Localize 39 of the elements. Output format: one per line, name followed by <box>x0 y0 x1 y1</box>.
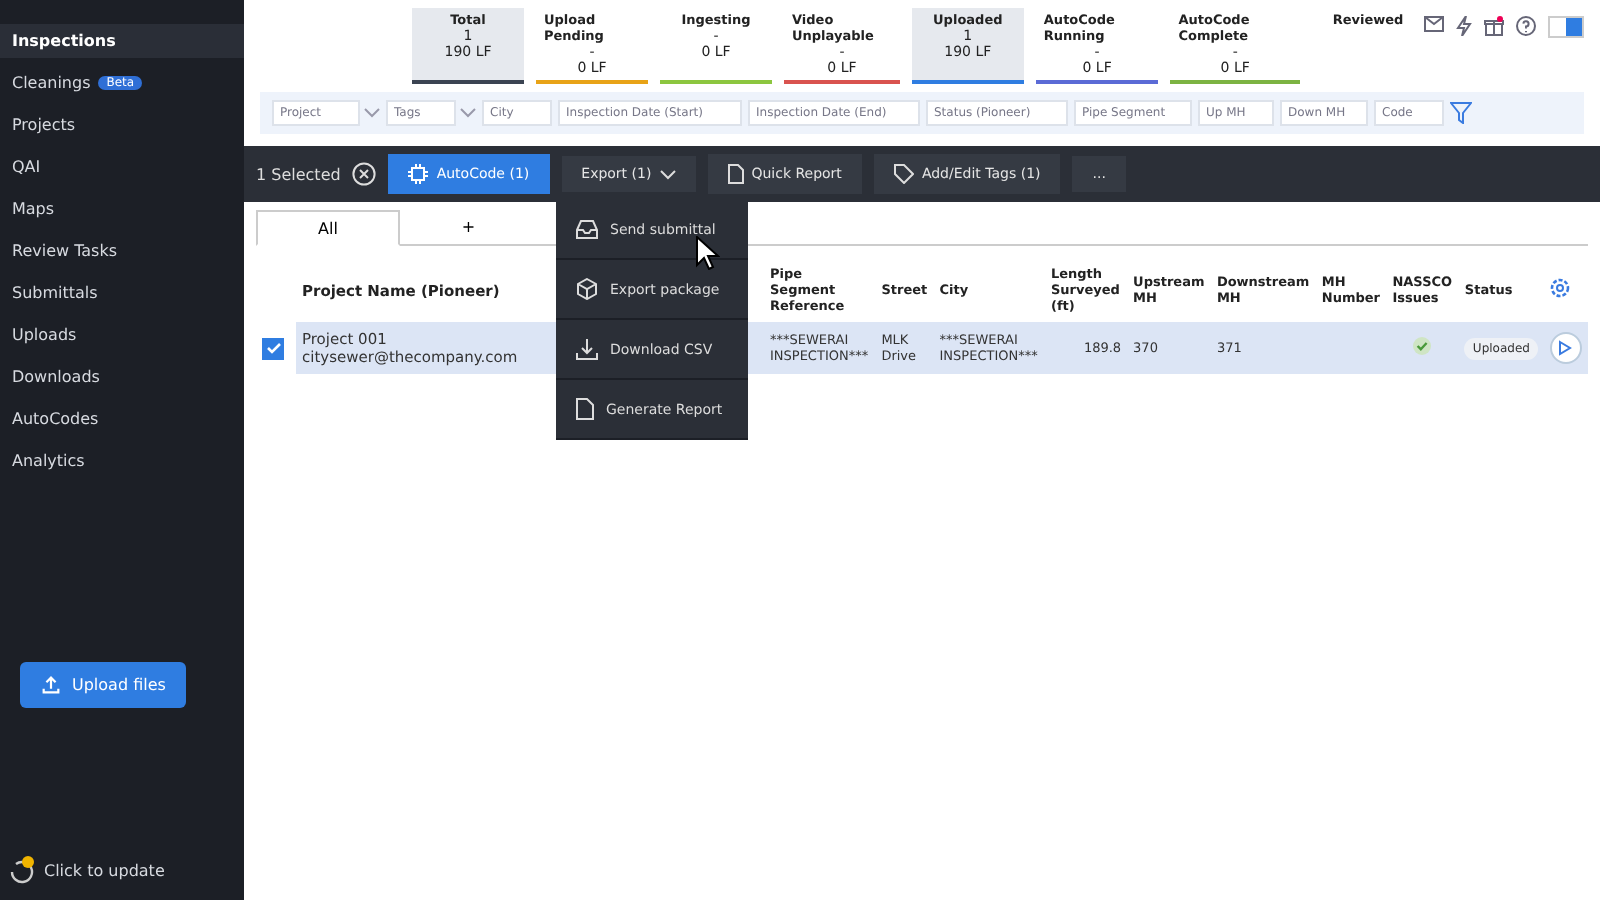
inbox-icon <box>576 220 598 240</box>
selection-count: 1 Selected <box>256 165 341 183</box>
refresh-icon <box>8 856 36 884</box>
toggle-switch[interactable] <box>1548 16 1584 38</box>
chip-icon <box>408 164 429 184</box>
sidebar-item[interactable]: AutoCodes <box>0 402 244 436</box>
upload-files-button[interactable]: Upload files <box>20 662 186 708</box>
mouse-cursor-icon <box>696 236 720 270</box>
sidebar-item[interactable]: Projects <box>0 108 244 142</box>
upload-icon <box>40 674 62 696</box>
chevron-down-icon <box>364 108 380 118</box>
mail-icon[interactable] <box>1424 16 1444 32</box>
sidebar-item[interactable]: Inspections <box>0 24 244 58</box>
play-icon <box>1558 340 1573 356</box>
sidebar-item[interactable]: QAI <box>0 150 244 184</box>
sidebar-item[interactable]: Downloads <box>0 360 244 394</box>
sidebar-item[interactable]: Submittals <box>0 276 244 310</box>
chevron-down-icon <box>460 108 476 118</box>
row-checkbox[interactable] <box>262 337 284 359</box>
chevron-down-icon <box>659 169 676 179</box>
sidebar-item[interactable]: Maps <box>0 192 244 226</box>
tag-icon <box>893 164 914 184</box>
settings-icon[interactable] <box>1549 278 1570 298</box>
play-button[interactable] <box>1549 332 1582 364</box>
sidebar-item[interactable]: Uploads <box>0 318 244 352</box>
document-icon <box>576 398 594 420</box>
document-icon <box>727 164 744 184</box>
bolt-icon[interactable] <box>1456 16 1472 36</box>
check-circle-icon <box>1412 336 1433 356</box>
click-to-update-link[interactable]: Click to update <box>44 861 165 879</box>
sidebar-item[interactable]: Analytics <box>0 444 244 478</box>
filter-icon[interactable] <box>1450 102 1472 124</box>
tab[interactable]: All <box>256 210 400 246</box>
download-icon <box>576 338 598 360</box>
help-icon[interactable] <box>1516 16 1536 36</box>
gift-icon[interactable] <box>1484 16 1504 36</box>
sidebar-item[interactable]: Review Tasks <box>0 234 244 268</box>
cube-icon <box>576 278 598 300</box>
clear-selection-icon[interactable] <box>352 162 377 186</box>
